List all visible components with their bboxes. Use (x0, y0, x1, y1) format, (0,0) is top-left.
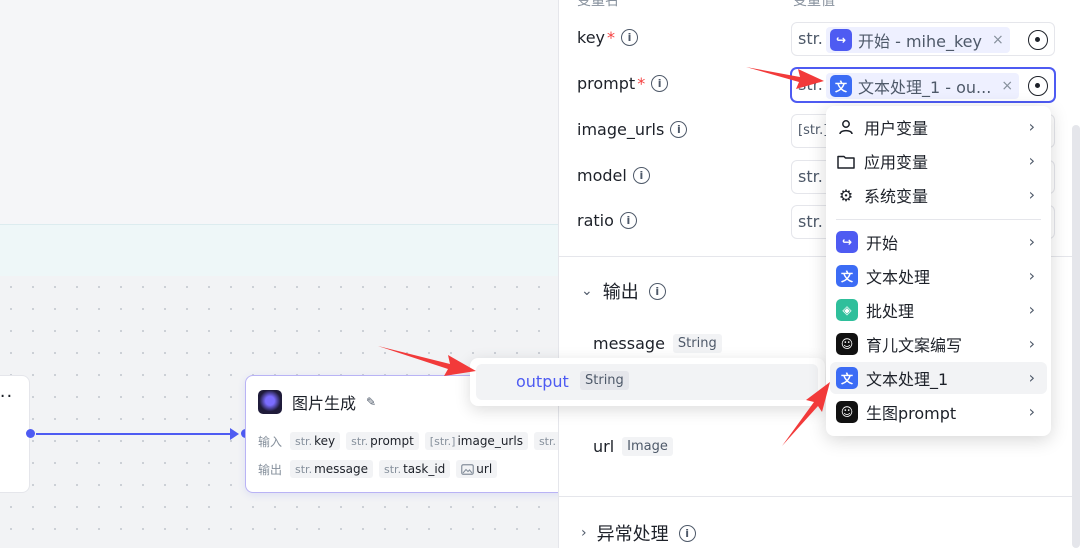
menu-divider (836, 219, 1041, 220)
connection-edge[interactable] (36, 433, 236, 435)
node-inputs-row: 输入 str. key str. prompt [str.] image_urls s… (258, 432, 560, 450)
text-process-icon: 文 (830, 75, 852, 97)
output-tag-task-id: str. task_id (379, 460, 451, 478)
info-icon[interactable]: i (678, 524, 696, 542)
chevron-down-icon[interactable]: ⌄ (581, 283, 593, 299)
menu-item-system-vars[interactable]: ⚙ 系统变量 › (830, 179, 1047, 211)
column-header-value: 变量值 (793, 0, 835, 9)
input-tag-prompt: str. prompt (346, 432, 419, 450)
info-icon[interactable]: i (651, 75, 669, 92)
output-message: message String (593, 334, 722, 353)
variable-chip[interactable]: 文 文本处理_1 - ou... × (826, 73, 1020, 99)
input-tag-key: str. key (290, 432, 341, 450)
edge-arrow-icon (230, 428, 239, 440)
node-title: 图片生成 (292, 394, 357, 413)
text-process-icon: 文 (836, 265, 858, 287)
output-tag-message: str. message (290, 460, 374, 478)
workflow-canvas[interactable]: ··· 图片生成 ✎ 输入 str.key str.prompt [str.]i… (0, 0, 560, 548)
outputs-label: 输出 (258, 462, 283, 477)
info-icon[interactable]: i (619, 212, 637, 229)
chevron-right-icon[interactable]: › (581, 525, 587, 541)
variable-source-menu: 用户变量 › 应用变量 › ⚙ 系统变量 › ↪ 开始 › 文 文本处理 › ◈ 批处理 ›… (826, 106, 1051, 436)
param-prompt: prompt * i (577, 74, 669, 93)
image-node-logo-icon (258, 390, 282, 414)
section-divider (559, 496, 1080, 497)
menu-item-user-vars[interactable]: 用户变量 › (830, 111, 1047, 143)
gear-icon: ⚙ (838, 185, 854, 205)
output-port[interactable] (26, 429, 35, 438)
menu-item-start[interactable]: ↪ 开始 › (830, 226, 1047, 258)
ghost-icon: ☺ (836, 401, 858, 423)
output-variable-popup: output String (470, 358, 825, 406)
canvas-band (0, 224, 560, 276)
input-tag-model: str.mo (533, 432, 560, 450)
menu-item-app-vars[interactable]: 应用变量 › (830, 145, 1047, 177)
info-icon[interactable]: i (670, 121, 688, 138)
info-icon[interactable]: i (648, 282, 666, 300)
edit-title-icon[interactable]: ✎ (366, 395, 376, 409)
param-image-urls: image_urls i (577, 120, 688, 139)
start-icon: ↪ (830, 29, 852, 51)
batch-icon: ◈ (836, 299, 858, 321)
info-icon[interactable]: i (621, 29, 639, 46)
menu-item-parenting-copy[interactable]: ☺ 育儿文案编写 › (830, 328, 1047, 360)
param-key: key * i (577, 28, 639, 47)
canvas-upper-area (0, 0, 560, 224)
input-tag-image-urls: [str.] image_urls (424, 432, 528, 450)
inputs-label: 输入 (258, 434, 283, 449)
info-icon[interactable]: i (632, 167, 650, 184)
node-outputs-row: 输出 str. message str. task_id url (258, 460, 498, 478)
folder-icon (836, 154, 856, 169)
output-url: url Image (593, 437, 673, 456)
variable-picker-icon[interactable] (1028, 30, 1048, 50)
clear-icon[interactable]: × (992, 32, 1004, 48)
variable-chip[interactable]: ↪ 开始 - mihe_key × (826, 27, 1010, 53)
param-ratio: ratio i (577, 211, 637, 230)
ghost-icon: ☺ (836, 333, 858, 355)
variable-picker-icon[interactable] (1028, 76, 1048, 96)
image-icon (461, 463, 475, 475)
column-header-name: 变量名 (577, 0, 619, 9)
param-prompt-value[interactable]: str. 文 文本处理_1 - ou... × (791, 68, 1055, 102)
menu-item-text-process-1[interactable]: 文 文本处理_1 › (830, 362, 1047, 394)
user-icon (836, 119, 856, 135)
output-section-header[interactable]: ⌄ 输出 i (581, 278, 666, 304)
output-option[interactable]: output String (476, 364, 818, 400)
clear-icon[interactable]: × (1001, 78, 1013, 94)
menu-item-batch[interactable]: ◈ 批处理 › (830, 294, 1047, 326)
param-model: model i (577, 166, 650, 185)
menu-item-text-process[interactable]: 文 文本处理 › (830, 260, 1047, 292)
output-tag-url: url (456, 460, 498, 478)
error-section-header[interactable]: › 异常处理 i (581, 520, 696, 546)
param-key-value[interactable]: str. ↪ 开始 - mihe_key × (791, 22, 1055, 56)
text-process-icon: 文 (836, 367, 858, 389)
more-icon[interactable]: ··· (0, 386, 13, 407)
panel-scrollbar[interactable] (1072, 125, 1080, 548)
start-icon: ↪ (836, 231, 858, 253)
menu-item-image-prompt[interactable]: ☺ 生图prompt › (830, 396, 1047, 428)
